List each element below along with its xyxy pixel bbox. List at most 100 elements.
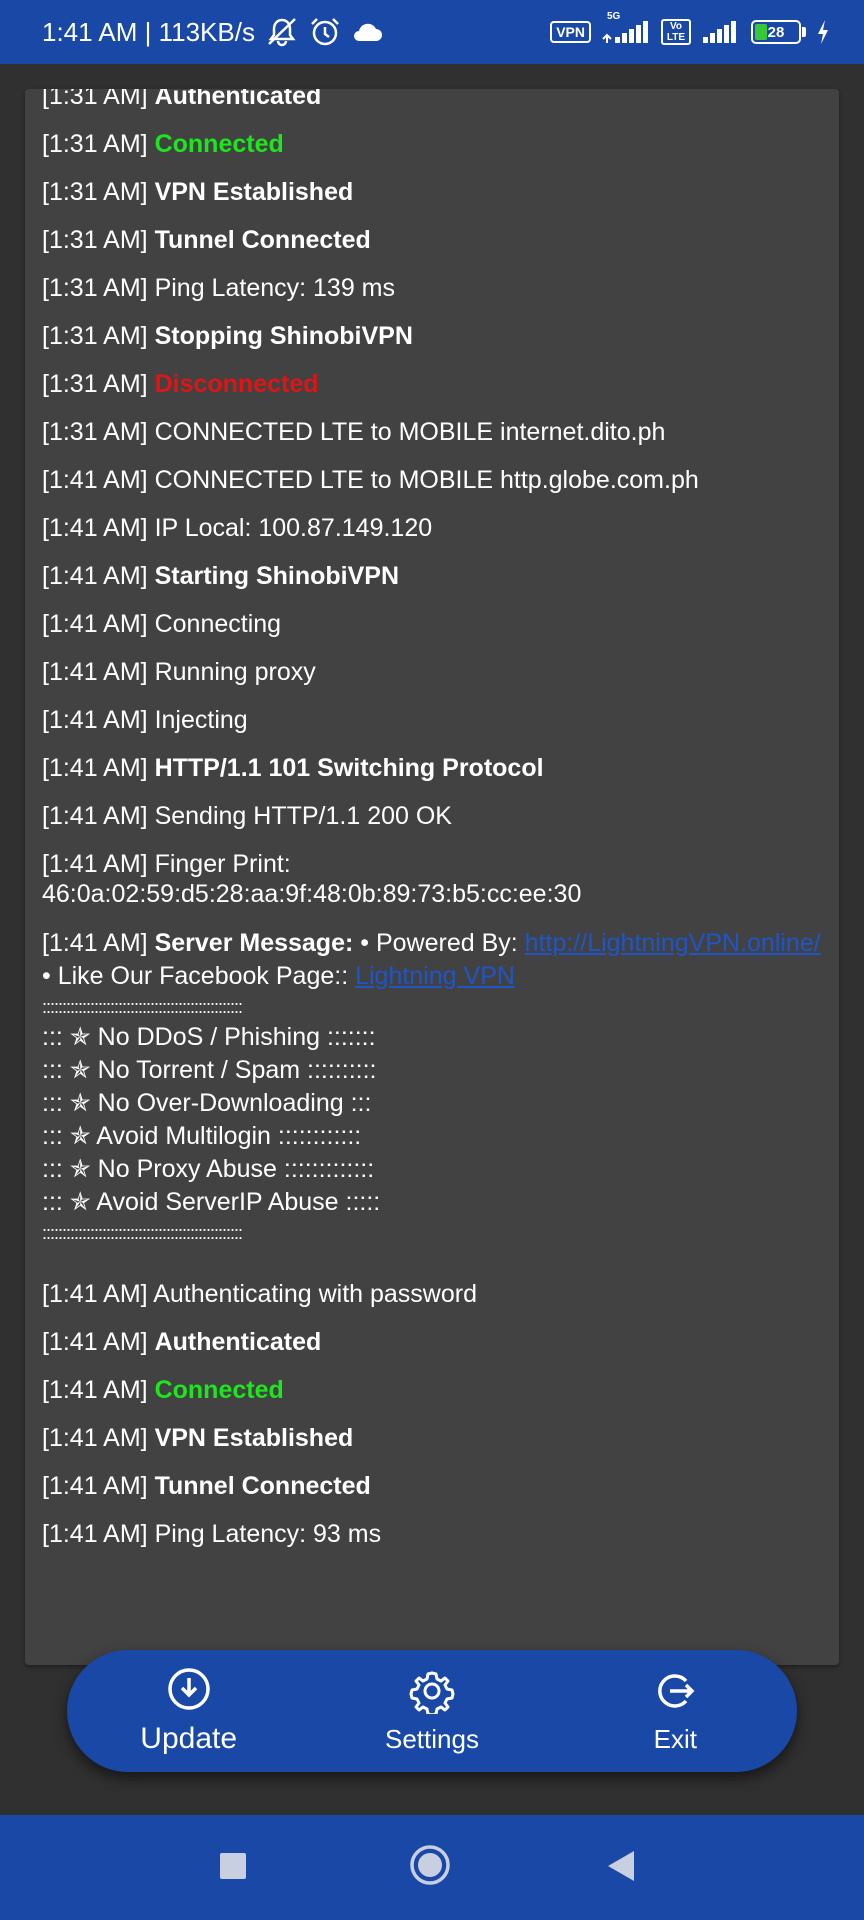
log-timestamp: [1:41 AM] xyxy=(42,1424,148,1452)
log-line: [1:41 AM] Running proxy xyxy=(42,657,819,687)
log-line: [1:41 AM] Ping Latency: 93 ms xyxy=(42,1519,819,1549)
log-timestamp: [1:41 AM] xyxy=(42,514,148,542)
powered-by-link[interactable]: http://LightningVPN.online/ xyxy=(525,929,821,957)
square-icon xyxy=(220,1853,246,1879)
log-line: [1:41 AM] Authenticating with password xyxy=(42,1279,819,1309)
separator-line: ::::::::::::::::::::::::::::::::::::::::… xyxy=(42,997,243,1017)
log-timestamp: [1:31 AM] xyxy=(42,418,148,446)
log-timestamp: [1:41 AM] xyxy=(42,1520,148,1548)
powered-by-label: • Powered By: xyxy=(360,929,518,957)
log-message: Ping Latency: 139 ms xyxy=(154,274,395,302)
signal-5g-icon: 5G xyxy=(601,11,651,45)
log-timestamp: [1:41 AM] xyxy=(42,929,148,957)
log-timestamp: [1:41 AM] xyxy=(42,1472,148,1500)
log-message: Connected xyxy=(154,130,284,158)
cloud-icon xyxy=(351,20,383,44)
log-timestamp: [1:41 AM] xyxy=(42,754,148,782)
log-timestamp: [1:31 AM] xyxy=(42,130,148,158)
log-message: Authenticated xyxy=(154,89,322,110)
circle-icon xyxy=(410,1845,450,1885)
triangle-back-icon xyxy=(608,1851,634,1881)
log-panel[interactable]: [1:31 AM] Authenticated [1:31 AM] Connect… xyxy=(25,89,839,1665)
rule-line: ::: ✯ No Torrent / Spam :::::::::: xyxy=(42,1056,377,1084)
log-line: [1:31 AM] Ping Latency: 139 ms xyxy=(42,273,819,303)
log-message: Injecting xyxy=(154,706,248,734)
rule-line: ::: ✯ No Proxy Abuse ::::::::::::: xyxy=(42,1155,375,1183)
log-message: HTTP/1.1 101 Switching Protocol xyxy=(154,754,544,782)
log-message: IP Local: 100.87.149.120 xyxy=(154,514,433,542)
volte-badge: Vo LTE xyxy=(661,19,691,45)
status-right: VPN 5G Vo LTE 28 xyxy=(550,11,830,45)
log-message: VPN Established xyxy=(154,178,354,206)
log-message: Ping Latency: 93 ms xyxy=(154,1520,382,1548)
settings-button[interactable]: Settings xyxy=(332,1668,532,1755)
navigation-bar xyxy=(0,1815,864,1920)
log-line: [1:41 AM] IP Local: 100.87.149.120 xyxy=(42,513,819,543)
back-button[interactable] xyxy=(606,1849,636,1888)
log-timestamp: [1:41 AM] xyxy=(42,706,148,734)
log-message: VPN Established xyxy=(154,1424,354,1452)
log-timestamp: [1:41 AM] xyxy=(42,562,148,590)
log-timestamp: [1:41 AM] xyxy=(42,610,148,638)
settings-label: Settings xyxy=(385,1723,479,1754)
log-line: [1:31 AM] CONNECTED LTE to MOBILE intern… xyxy=(42,417,819,447)
network-5g-label: 5G xyxy=(607,11,621,22)
log-line: [1:41 AM] Injecting xyxy=(42,705,819,735)
log-message: Disconnected xyxy=(154,370,319,398)
log-message: Authenticating with password xyxy=(153,1280,477,1308)
log-message: Stopping ShinobiVPN xyxy=(154,322,413,350)
log-timestamp: [1:41 AM] xyxy=(42,850,148,878)
log-timestamp: [1:31 AM] xyxy=(42,274,148,302)
log-line: [1:31 AM] VPN Established xyxy=(42,177,819,207)
log-line: [1:41 AM] HTTP/1.1 101 Switching Protoco… xyxy=(42,753,819,783)
status-bar: 1:41 AM | 113KB/s VPN 5G Vo LTE 28 xyxy=(0,0,864,64)
server-message-label: Server Message: xyxy=(154,929,354,957)
log-timestamp: [1:41 AM] xyxy=(42,802,148,830)
log-message: CONNECTED LTE to MOBILE internet.dito.ph xyxy=(154,418,666,446)
status-time-speed: 1:41 AM | 113KB/s xyxy=(42,16,255,47)
log-message: Running proxy xyxy=(154,658,316,686)
log-timestamp: [1:41 AM] xyxy=(42,1328,148,1356)
log-line: [1:31 AM] Authenticated xyxy=(42,89,819,111)
log-timestamp: [1:31 AM] xyxy=(42,89,148,110)
recents-button[interactable] xyxy=(218,1851,248,1886)
log-line: [1:31 AM] Disconnected xyxy=(42,369,819,399)
exit-button[interactable]: Exit xyxy=(575,1668,775,1755)
server-message: [1:41 AM] Server Message: • Powered By: … xyxy=(42,927,821,1247)
exit-icon xyxy=(658,1673,695,1708)
download-circle-icon xyxy=(167,1668,210,1710)
home-button[interactable] xyxy=(408,1843,452,1892)
charging-bolt-icon xyxy=(816,19,830,45)
log-message: Sending HTTP/1.1 200 OK xyxy=(154,802,452,830)
log-line: [1:41 AM] Finger Print: 46:0a:02:59:d5:2… xyxy=(42,849,819,909)
facebook-page-link[interactable]: Lightning VPN xyxy=(355,962,515,990)
log-message: Tunnel Connected xyxy=(154,226,371,254)
log-line: [1:41 AM] Tunnel Connected xyxy=(42,1471,819,1501)
log-timestamp: [1:31 AM] xyxy=(42,178,148,206)
battery-icon: 28 xyxy=(751,20,806,44)
log-list: [1:31 AM] Authenticated [1:31 AM] Connect… xyxy=(42,89,821,1567)
rule-line: ::: ✯ No DDoS / Phishing ::::::: xyxy=(42,1023,376,1051)
rule-line: ::: ✯ Avoid ServerIP Abuse ::::: xyxy=(42,1188,381,1216)
log-line: [1:41 AM] Authenticated xyxy=(42,1327,819,1357)
log-message: Authenticated xyxy=(154,1328,322,1356)
log-line: [1:31 AM] Stopping ShinobiVPN xyxy=(42,321,819,351)
signal-icon xyxy=(701,19,741,45)
log-timestamp: [1:41 AM] xyxy=(42,466,148,494)
log-timestamp: [1:31 AM] xyxy=(42,322,148,350)
log-line: [1:41 AM] VPN Established xyxy=(42,1423,819,1453)
separator-line: ::::::::::::::::::::::::::::::::::::::::… xyxy=(42,1223,243,1243)
log-message: CONNECTED LTE to MOBILE http.globe.com.p… xyxy=(154,466,699,494)
log-message: Tunnel Connected xyxy=(154,1472,371,1500)
action-bar: Update Settings Exit xyxy=(67,1650,797,1772)
exit-label: Exit xyxy=(653,1723,697,1754)
status-left: 1:41 AM | 113KB/s xyxy=(42,17,383,48)
log-timestamp: [1:31 AM] xyxy=(42,370,148,398)
like-page-label: • Like Our Facebook Page:: xyxy=(42,962,349,990)
update-button[interactable]: Update xyxy=(89,1666,289,1756)
log-line: [1:41 AM] Connected xyxy=(42,1375,819,1405)
rule-line: ::: ✯ No Over-Downloading ::: xyxy=(42,1089,372,1117)
vpn-badge: VPN xyxy=(550,21,591,43)
gear-icon xyxy=(409,1671,455,1714)
battery-percent: 28 xyxy=(767,23,785,41)
